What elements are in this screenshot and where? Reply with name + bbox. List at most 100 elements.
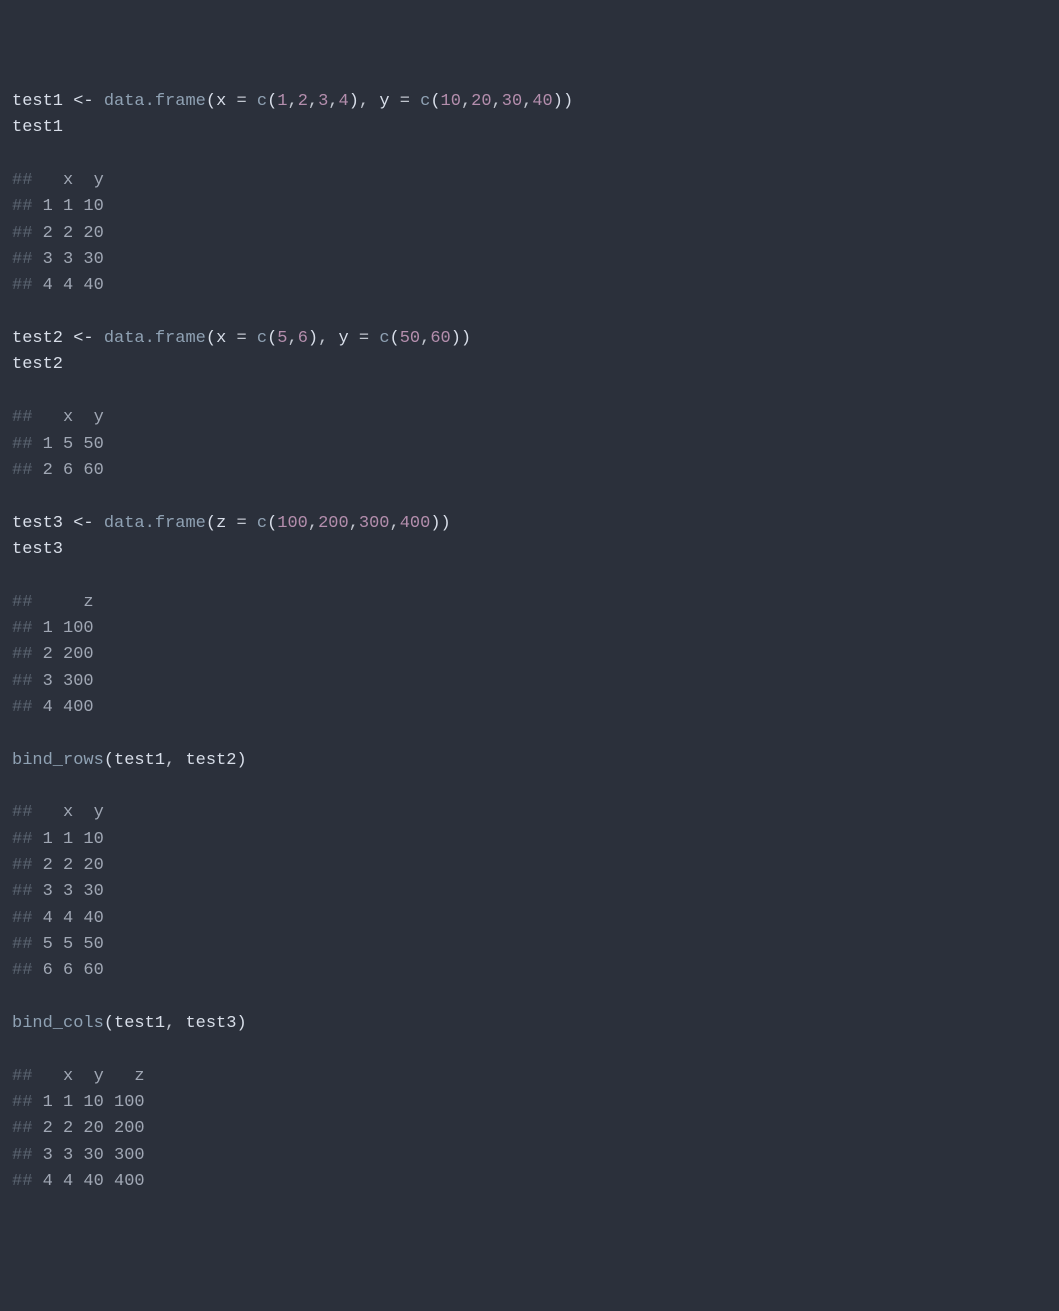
- token-eq: =: [226, 329, 257, 348]
- output-text: 1 1 10: [32, 830, 103, 849]
- blank-line: [12, 142, 1047, 168]
- output-text: 2 200: [32, 645, 93, 664]
- token-num: 400: [400, 514, 431, 533]
- output-hash: ##: [12, 197, 32, 216]
- output-hash: ##: [12, 593, 32, 612]
- token-comma: ,: [420, 329, 430, 348]
- output-line: ## 2 2 20: [12, 853, 1047, 879]
- output-text: 6 6 60: [32, 961, 103, 980]
- token-func: c: [257, 514, 267, 533]
- token-ident: test1: [12, 92, 63, 111]
- output-text: 1 1 10: [32, 197, 103, 216]
- token-comma: ,: [349, 514, 359, 533]
- token-num: 4: [339, 92, 349, 111]
- output-text: x y: [32, 171, 103, 190]
- output-text: 1 5 50: [32, 435, 103, 454]
- token-func: data.frame: [104, 514, 206, 533]
- token-paren: (: [206, 514, 216, 533]
- token-eq: =: [390, 92, 421, 111]
- token-num: 30: [502, 92, 522, 111]
- token-func: bind_cols: [12, 1014, 104, 1033]
- output-hash: ##: [12, 856, 32, 875]
- token-num: 100: [277, 514, 308, 533]
- output-line: ## 5 5 50: [12, 932, 1047, 958]
- code-line: test1: [12, 115, 1047, 141]
- token-ident: test3: [12, 540, 63, 559]
- output-text: z: [32, 593, 93, 612]
- output-hash: ##: [12, 171, 32, 190]
- token-comma: ,: [287, 92, 297, 111]
- output-hash: ##: [12, 645, 32, 664]
- output-line: ## 2 2 20 200: [12, 1116, 1047, 1142]
- output-hash: ##: [12, 909, 32, 928]
- token-paren: (: [267, 514, 277, 533]
- output-text: 4 4 40: [32, 276, 103, 295]
- token-eq: =: [349, 329, 380, 348]
- blank-line: [12, 774, 1047, 800]
- token-paren: )): [430, 514, 450, 533]
- token-paren: ): [236, 1014, 246, 1033]
- code-line: test3: [12, 537, 1047, 563]
- output-text: 4 400: [32, 698, 93, 717]
- token-argname: y: [379, 92, 389, 111]
- output-line: ## 4 400: [12, 695, 1047, 721]
- output-line: ## 4 4 40 400: [12, 1169, 1047, 1195]
- token-paren: (: [206, 329, 216, 348]
- blank-line: [12, 985, 1047, 1011]
- token-num: 6: [298, 329, 308, 348]
- token-paren: ): [308, 329, 318, 348]
- token-eq: =: [226, 514, 257, 533]
- output-text: 3 3 30 300: [32, 1146, 144, 1165]
- blank-line: [12, 1037, 1047, 1063]
- blank-line: [12, 300, 1047, 326]
- output-line: ## 1 1 10: [12, 194, 1047, 220]
- output-line: ## 3 3 30: [12, 247, 1047, 273]
- token-paren: ): [236, 751, 246, 770]
- token-ident: test2: [185, 751, 236, 770]
- output-line: ## 1 5 50: [12, 432, 1047, 458]
- token-assign: <-: [63, 514, 104, 533]
- output-text: 3 3 30: [32, 250, 103, 269]
- code-line: bind_rows(test1, test2): [12, 748, 1047, 774]
- token-num: 50: [400, 329, 420, 348]
- token-num: 20: [471, 92, 491, 111]
- token-func: data.frame: [104, 92, 206, 111]
- token-paren: ): [349, 92, 359, 111]
- code-block: test1 <- data.frame(x = c(1,2,3,4), y = …: [12, 89, 1047, 1195]
- blank-line: [12, 563, 1047, 589]
- token-comma: ,: [390, 514, 400, 533]
- token-num: 40: [532, 92, 552, 111]
- output-line: ## x y: [12, 800, 1047, 826]
- token-func: data.frame: [104, 329, 206, 348]
- code-line: test3 <- data.frame(z = c(100,200,300,40…: [12, 511, 1047, 537]
- token-num: 10: [441, 92, 461, 111]
- output-line: ## 2 2 20: [12, 221, 1047, 247]
- token-argname: y: [339, 329, 349, 348]
- code-line: test2 <- data.frame(x = c(5,6), y = c(50…: [12, 326, 1047, 352]
- token-comma: ,: [359, 92, 379, 111]
- token-comma: ,: [328, 92, 338, 111]
- token-ident: test3: [185, 1014, 236, 1033]
- output-line: ## 1 1 10 100: [12, 1090, 1047, 1116]
- code-line: bind_cols(test1, test3): [12, 1011, 1047, 1037]
- token-argname: x: [216, 329, 226, 348]
- token-argname: z: [216, 514, 226, 533]
- token-ident: test2: [12, 355, 63, 374]
- token-ident: test1: [114, 751, 165, 770]
- token-argname: x: [216, 92, 226, 111]
- token-comma: ,: [318, 329, 338, 348]
- output-hash: ##: [12, 408, 32, 427]
- output-hash: ##: [12, 882, 32, 901]
- token-num: 2: [298, 92, 308, 111]
- token-num: 200: [318, 514, 349, 533]
- blank-line: [12, 484, 1047, 510]
- output-text: x y: [32, 803, 103, 822]
- output-hash: ##: [12, 435, 32, 454]
- output-hash: ##: [12, 672, 32, 691]
- token-comma: ,: [522, 92, 532, 111]
- output-text: 1 1 10 100: [32, 1093, 144, 1112]
- output-line: ## 2 6 60: [12, 458, 1047, 484]
- output-hash: ##: [12, 1067, 32, 1086]
- output-hash: ##: [12, 1093, 32, 1112]
- output-line: ## 2 200: [12, 642, 1047, 668]
